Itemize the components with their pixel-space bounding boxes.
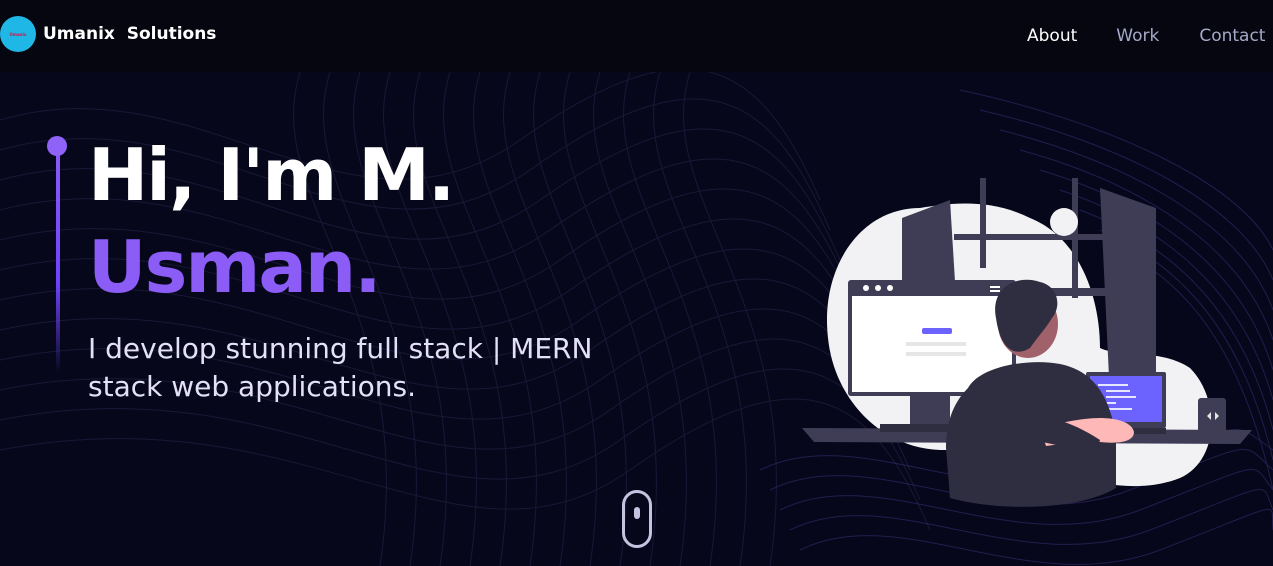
hero-tagline: I develop stunning full stack | MERN sta… [88,332,593,403]
nav-links: About Work Contact [1027,24,1265,48]
hero-accent-line [56,146,60,374]
hero-greeting: Hi, I'm M. [88,133,455,217]
portfolio-page: Umanix Umanix Solutions About Work Conta… [0,0,1273,566]
nav-link-about[interactable]: About [1027,26,1077,46]
developer-at-desk-illustration [802,178,1252,507]
mouse-scroll-icon[interactable] [622,490,652,548]
navbar: Umanix Umanix Solutions About Work Conta… [0,0,1273,72]
scroll-wheel [634,507,640,519]
logo-text: Umanix [9,31,27,37]
nav-link-contact[interactable]: Contact [1199,26,1265,46]
hero-name: Usman. [88,225,382,309]
brand-home-link[interactable]: Umanix Umanix Solutions [0,16,216,52]
brand-name: Umanix Solutions [43,24,217,44]
nav-link-work[interactable]: Work [1116,26,1159,46]
logo-icon: Umanix [0,16,36,52]
illustration-mug [1198,398,1226,434]
hero-accent-dot [47,136,67,156]
